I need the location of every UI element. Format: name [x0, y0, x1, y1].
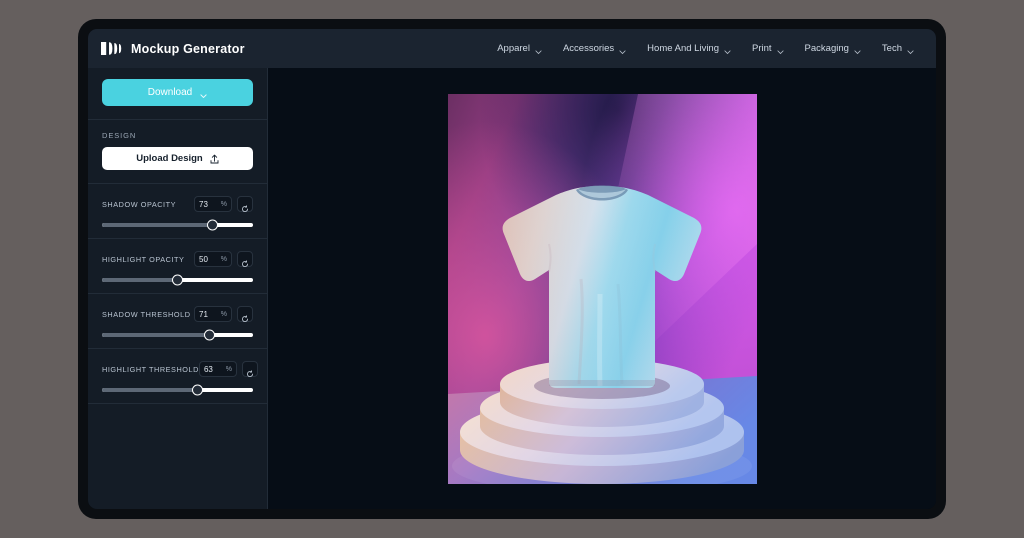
device-frame: Mockup Generator Apparel Accessories: [78, 19, 946, 519]
reset-button[interactable]: [237, 196, 253, 212]
chevron-down-icon: [854, 47, 861, 51]
reset-circular-arrow-icon: [246, 365, 254, 373]
slider-value: 73: [199, 200, 208, 209]
slider-header: HIGHLIGHT THRESHOLD 63 %: [102, 361, 253, 377]
nav-item-label: Tech: [882, 43, 902, 54]
nav-item-label: Home And Living: [647, 43, 719, 54]
nav-item-label: Apparel: [497, 43, 530, 54]
slider-fill: [102, 388, 197, 392]
reset-button[interactable]: [242, 361, 258, 377]
slider-controls: 50 %: [194, 251, 253, 267]
reset-circular-arrow-icon: [241, 310, 249, 318]
chevron-down-icon: [200, 90, 207, 95]
slider-thumb[interactable]: [204, 330, 215, 341]
sidebar-spacer: [88, 403, 267, 509]
reset-circular-arrow-icon: [241, 255, 249, 263]
slider-track[interactable]: [102, 223, 253, 227]
slider-label: HIGHLIGHT THRESHOLD: [102, 365, 199, 374]
slider-value: 50: [199, 255, 208, 264]
slider-fill: [102, 333, 209, 337]
slider-fill: [102, 278, 178, 282]
nav-item-home-and-living[interactable]: Home And Living: [647, 43, 731, 54]
slider-track[interactable]: [102, 388, 253, 392]
reset-circular-arrow-icon: [241, 200, 249, 208]
app-title: Mockup Generator: [131, 42, 245, 56]
slider-shadow-threshold: SHADOW THRESHOLD 71 %: [88, 293, 267, 348]
slider-unit: %: [221, 201, 227, 208]
nav-item-label: Packaging: [805, 43, 849, 54]
chevron-down-icon: [907, 47, 914, 51]
slider-highlight-threshold: HIGHLIGHT THRESHOLD 63 %: [88, 348, 267, 403]
slider-unit: %: [221, 311, 227, 318]
three-bars-logo-icon: [100, 41, 122, 56]
sidebar: Download DESIGN Upload Design: [88, 68, 268, 509]
slider-controls: 63 %: [199, 361, 258, 377]
app-body: Download DESIGN Upload Design: [88, 68, 936, 509]
download-button[interactable]: Download: [102, 79, 253, 106]
download-section: Download: [88, 68, 267, 119]
chevron-down-icon: [724, 47, 731, 51]
nav-item-print[interactable]: Print: [752, 43, 784, 54]
slider-shadow-opacity: SHADOW OPACITY 73 %: [88, 183, 267, 238]
nav-item-accessories[interactable]: Accessories: [563, 43, 626, 54]
slider-header: SHADOW THRESHOLD 71 %: [102, 306, 253, 322]
slider-value-field[interactable]: 73 %: [194, 196, 232, 212]
design-section-label: DESIGN: [88, 120, 267, 147]
nav-item-apparel[interactable]: Apparel: [497, 43, 542, 54]
slider-controls: 73 %: [194, 196, 253, 212]
brand: Mockup Generator: [100, 41, 245, 56]
upload-design-button[interactable]: Upload Design: [102, 147, 253, 170]
slider-unit: %: [221, 256, 227, 263]
slider-thumb[interactable]: [192, 385, 203, 396]
slider-value-field[interactable]: 63 %: [199, 361, 237, 377]
tshirt-mockup-preview[interactable]: [448, 94, 757, 484]
download-button-label: Download: [148, 87, 192, 98]
slider-thumb[interactable]: [207, 220, 218, 231]
upload-section: Upload Design: [88, 147, 267, 183]
slider-fill: [102, 223, 212, 227]
app-header: Mockup Generator Apparel Accessories: [88, 29, 936, 68]
slider-value-field[interactable]: 71 %: [194, 306, 232, 322]
slider-track[interactable]: [102, 333, 253, 337]
reset-button[interactable]: [237, 251, 253, 267]
slider-value: 63: [204, 365, 213, 374]
slider-track[interactable]: [102, 278, 253, 282]
screenshot-root: Mockup Generator Apparel Accessories: [0, 0, 1024, 538]
upload-design-label: Upload Design: [136, 153, 203, 164]
nav-item-tech[interactable]: Tech: [882, 43, 914, 54]
chevron-down-icon: [777, 47, 784, 51]
nav-item-label: Accessories: [563, 43, 614, 54]
main-nav: Apparel Accessories Home And Living: [497, 43, 914, 54]
nav-item-packaging[interactable]: Packaging: [805, 43, 861, 54]
app-window: Mockup Generator Apparel Accessories: [88, 29, 936, 509]
nav-item-label: Print: [752, 43, 772, 54]
slider-highlight-opacity: HIGHLIGHT OPACITY 50 %: [88, 238, 267, 293]
slider-unit: %: [226, 366, 232, 373]
slider-controls: 71 %: [194, 306, 253, 322]
slider-header: HIGHLIGHT OPACITY 50 %: [102, 251, 253, 267]
slider-value-field[interactable]: 50 %: [194, 251, 232, 267]
slider-label: SHADOW THRESHOLD: [102, 310, 191, 319]
chevron-down-icon: [619, 47, 626, 51]
reset-button[interactable]: [237, 306, 253, 322]
preview-canvas: [268, 68, 936, 509]
upload-icon: [210, 154, 219, 164]
slider-value: 71: [199, 310, 208, 319]
slider-label: SHADOW OPACITY: [102, 200, 176, 209]
slider-thumb[interactable]: [172, 275, 183, 286]
chevron-down-icon: [535, 47, 542, 51]
slider-header: SHADOW OPACITY 73 %: [102, 196, 253, 212]
slider-label: HIGHLIGHT OPACITY: [102, 255, 184, 264]
